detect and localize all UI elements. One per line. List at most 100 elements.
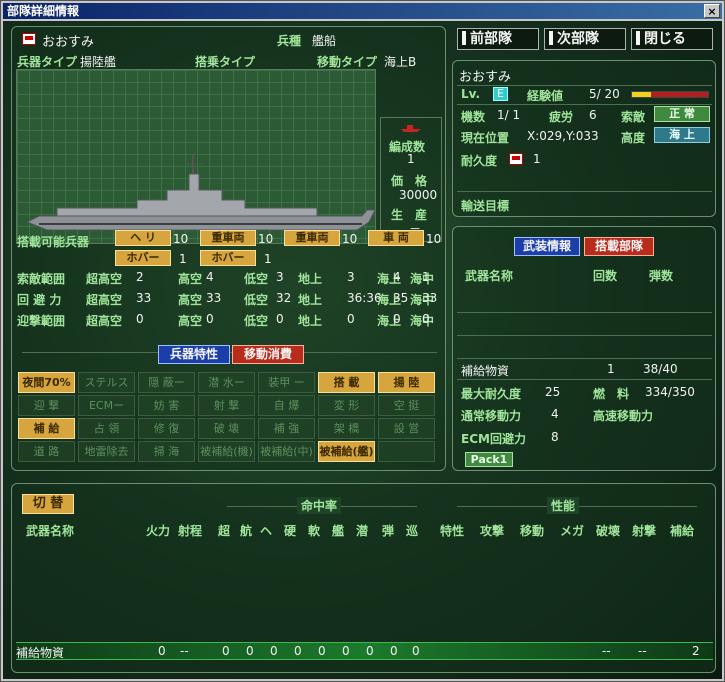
bar-icon [462,31,466,45]
column-header: 航 [240,524,253,538]
table-cell: 0 [246,644,254,658]
enemy-label: 索敵 [621,110,646,124]
close-button[interactable]: 閉じる [631,28,713,50]
range-col-label: 高空 [178,314,203,328]
normal-move-label: 通常移動力 [461,409,522,423]
durability-label: 耐久度 [461,154,498,168]
table-cell: 0 [342,644,350,658]
range-col-value: 1 [422,270,430,284]
range-col-label: 低空 [244,314,269,328]
range-col-value: 33 [206,291,222,305]
table-cell: 0 [294,644,302,658]
trait-cell: 揚 陸 [378,372,435,393]
perf-group-label: 性能 [547,497,580,514]
trait-cell: 架 橋 [318,418,375,439]
column-header: 破壊 [596,524,621,538]
next-unit-button[interactable]: 次部隊 [544,28,626,50]
column-header: 巡 [406,524,419,538]
table-cell: 補給物資 [16,646,65,660]
trait-cell [378,441,435,462]
position-label: 現在位置 [461,131,510,145]
range-col-value: 0 [206,312,214,326]
unit-info-panel: おおすみ 兵種 艦船 兵器タイプ 揚陸艦 搭乗タイプ 移動タイプ 海上B 編成数… [11,26,446,471]
trait-cell: 修 復 [138,418,195,439]
lv-value: E [493,87,508,101]
ship-silhouette-icon [25,155,376,231]
range-col-value: 35 [393,291,409,305]
tab-cargo-units[interactable]: 搭載部隊 [584,237,654,256]
column-header: 移動 [520,524,545,538]
range-col-value: 32 [276,291,292,305]
bar-icon [636,31,640,45]
count-header: 回数 [593,269,618,283]
table-cell: 0 [390,644,398,658]
bar-icon [549,31,553,45]
column-header: 潜 [356,524,369,538]
next-unit-label: 次部隊 [557,31,599,47]
carry-tag: 重車両 [284,230,340,246]
trait-cell: 被補給(中) [258,441,315,462]
range-col-label: 高空 [178,293,203,307]
trait-cell: 設 営 [378,418,435,439]
trait-cell: 被補給(艦) [318,441,375,462]
close-label: 閉じる [644,31,686,47]
price-value: 30000 [399,188,438,202]
pack-button[interactable]: Pack1 [465,452,513,467]
exp-bar [631,91,709,98]
carry-value: 10 [342,232,358,246]
units-value: 1/ 1 [497,108,521,122]
divider [457,85,712,86]
close-icon[interactable]: × [704,4,720,18]
japan-flag-icon [22,33,36,45]
type-label: 兵種 [277,34,302,48]
exp-bar-fill [632,92,651,97]
weapon-type-value: 揚陸艦 [80,55,117,69]
trait-cell: 被補給(機) [198,441,255,462]
trait-cell: 妨 害 [138,395,195,416]
supply-name: 補給物資 [461,364,510,378]
trait-cell: 搭 載 [318,372,375,393]
range-col-value: 2 [136,270,144,284]
title-bar: 部隊詳細情報 × [3,3,722,19]
max-durability-value: 25 [545,385,561,399]
price-label: 価 格 [391,174,428,188]
fuel-value: 334/350 [645,385,695,399]
range-col-value: 0 [347,312,355,326]
tab-weapon-traits[interactable]: 兵器特性 [158,345,230,364]
range-col-value: 0 [276,312,284,326]
status-panel: おおすみ Lv. E 経験値 5/ 20 機数 1/ 1 疲労 6 索敵 正 常… [452,60,716,217]
table-cell: 0 [366,644,374,658]
divider [457,104,712,105]
ecm-value: 8 [551,430,559,444]
range-col-label: 低空 [244,272,269,286]
divider [457,379,712,380]
table-cell: -- [180,644,189,658]
trait-cell: 補 強 [258,418,315,439]
tab-arms-info[interactable]: 武装情報 [514,237,580,256]
range-col-value: 3 [276,270,284,284]
carry-tag: 車 両 [368,230,424,246]
trait-cell: 迎 撃 [18,395,75,416]
units-label: 機数 [461,110,486,124]
altitude-badge: 海 上 [654,127,710,143]
fuel-label: 燃 料 [593,387,630,401]
carry-tag: 重車両 [200,230,256,246]
tab-move-cost[interactable]: 移動消費 [232,345,304,364]
trait-cell: 地雷除去 [78,441,135,462]
carry-value: 1 [179,252,187,266]
range-col-label: 地上 [298,293,323,307]
column-header: 武器名称 [26,524,75,538]
supply-ammo: 38/40 [643,362,678,376]
carry-tag: ホバー [200,250,256,266]
weapon-panel: 武装情報 搭載部隊 武器名称 回数 弾数 補給物資 1 38/40 最大耐久度 … [452,226,716,471]
switch-button[interactable]: 切 替 [22,494,74,514]
range-row-label: 索敵範囲 [17,272,66,286]
japan-flag-icon [509,153,523,165]
range-col-label: 低空 [244,293,269,307]
range-col-label: 高空 [178,272,203,286]
prev-unit-button[interactable]: 前部隊 [457,28,539,50]
weapon-table-panel: 切 替 命中率 性能 武器名称 火力 射程 超航ヘ硬軟艦潜弾巡 特性 攻撃 移動 メガ 破壊 射撃… [11,483,716,673]
trait-cell: 補 給 [18,418,75,439]
range-col-value: 4 [393,270,401,284]
trait-cell: 夜間70% [18,372,75,393]
